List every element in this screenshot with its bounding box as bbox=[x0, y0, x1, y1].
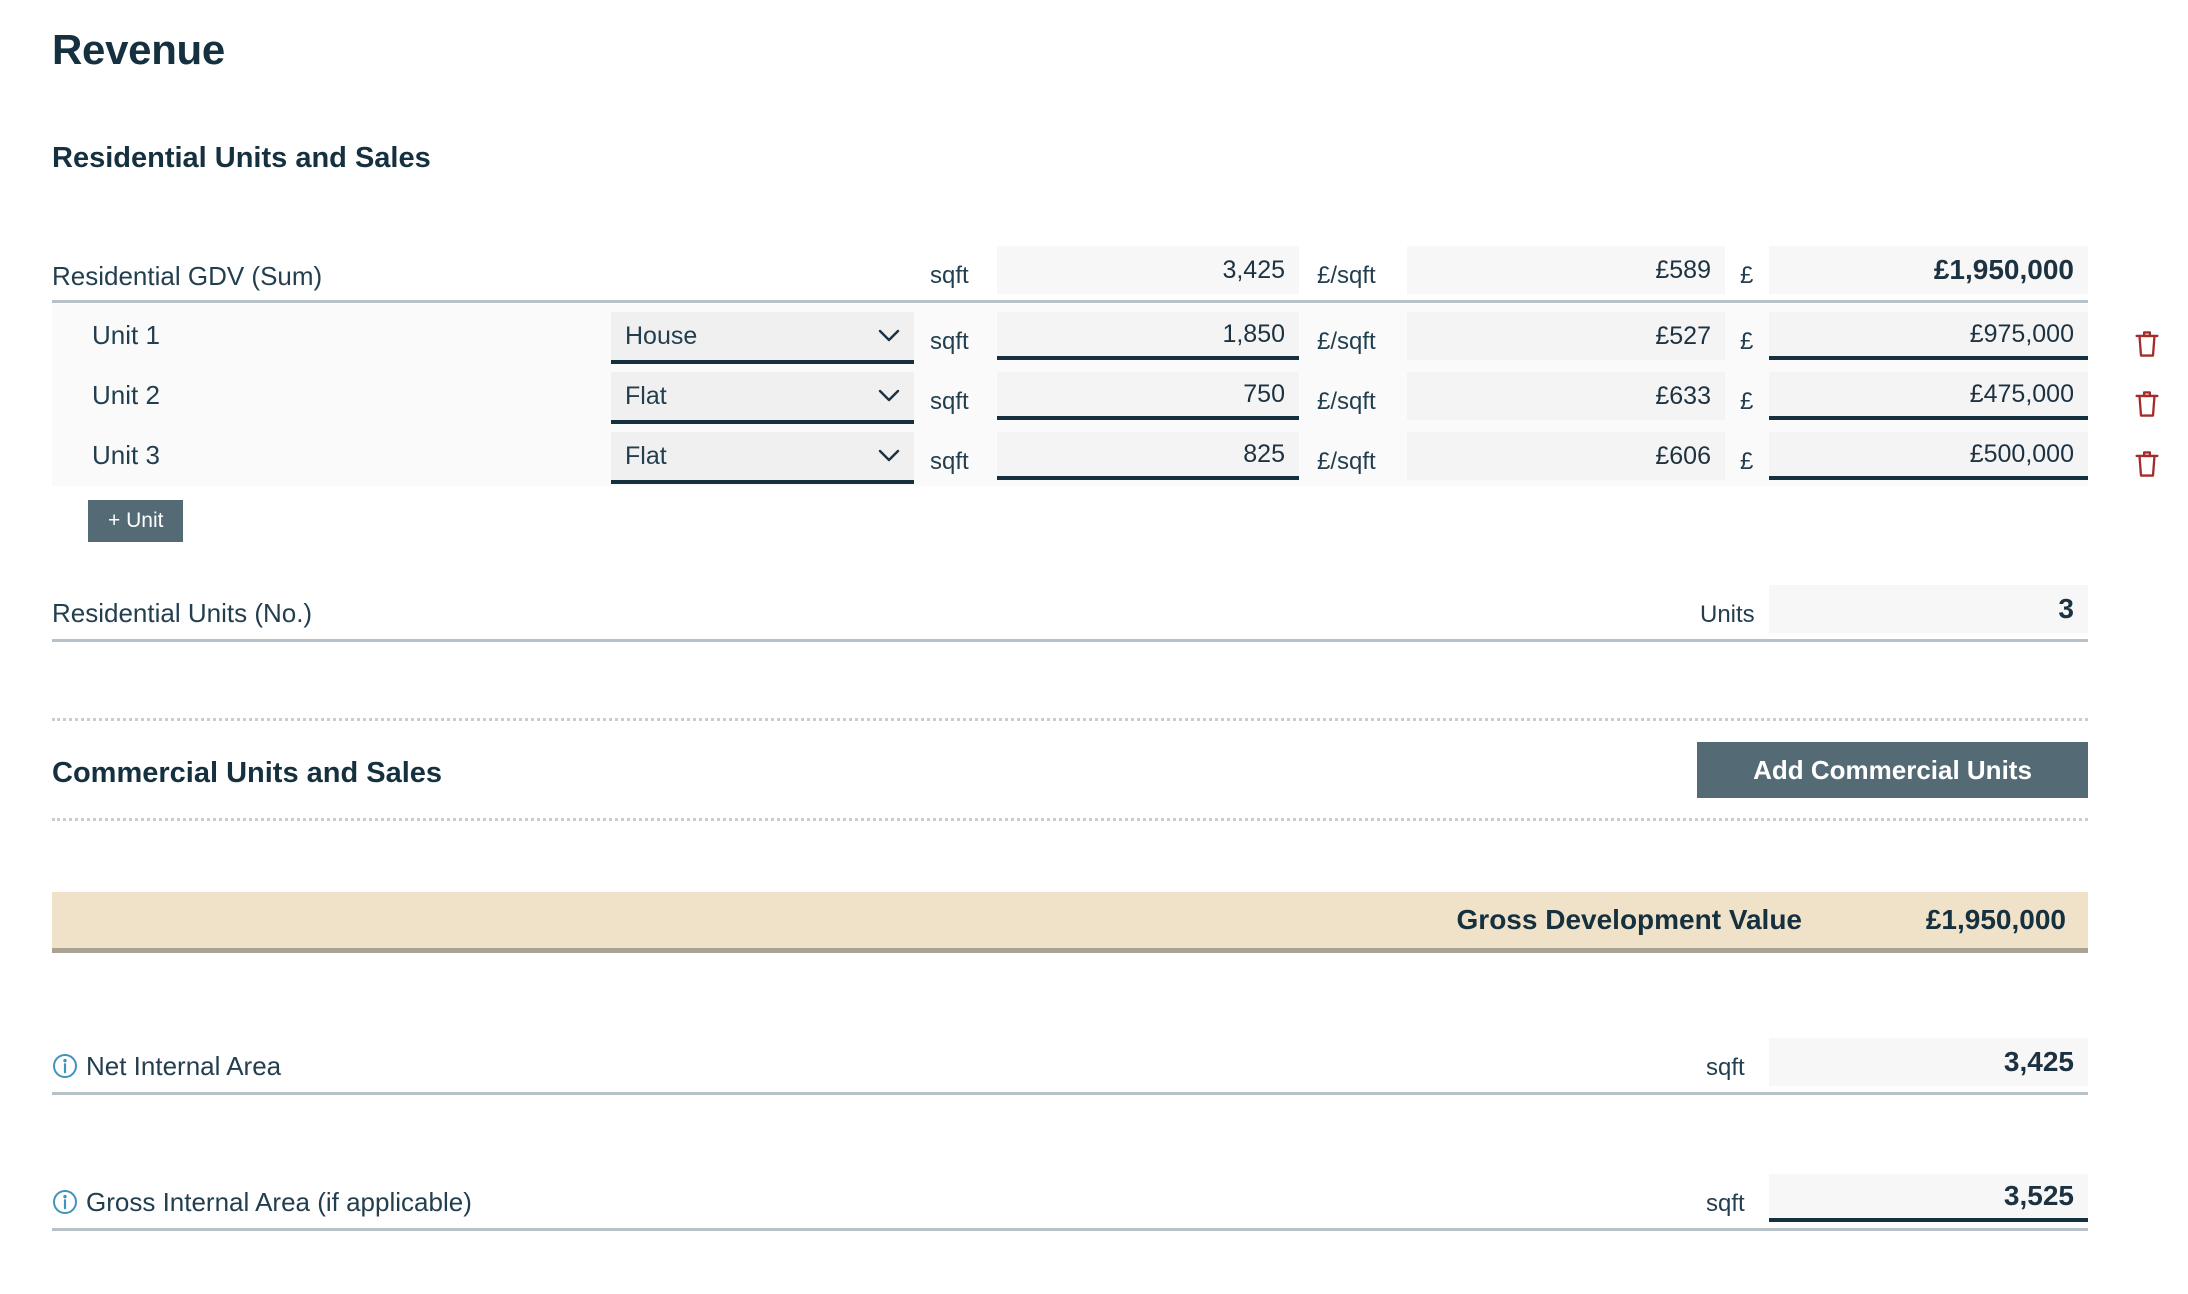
unit-currency-unit-3: £ bbox=[1740, 448, 1754, 475]
unit-total-input-1[interactable]: £975,000 bbox=[1769, 312, 2088, 360]
gross-internal-area-divider bbox=[52, 1228, 2088, 1231]
add-unit-button[interactable]: + Unit bbox=[88, 500, 184, 542]
unit-area-unit-2: sqft bbox=[930, 388, 969, 415]
gdv-banner-label: Gross Development Value bbox=[1456, 904, 1802, 935]
unit-type-select-3[interactable]: Flat bbox=[611, 432, 914, 484]
chevron-down-icon bbox=[878, 449, 900, 463]
revenue-page: Revenue Residential Units and Sales Resi… bbox=[0, 0, 2188, 1294]
unit-area-input-3[interactable]: 825 bbox=[997, 432, 1299, 480]
gdv-banner-underline bbox=[52, 948, 2088, 953]
gdv-area-unit: sqft bbox=[930, 262, 969, 289]
unit-type-value-1: House bbox=[625, 321, 698, 350]
unit-rate-value-3: £606 bbox=[1407, 432, 1725, 480]
residential-gdv-label: Residential GDV (Sum) bbox=[52, 260, 323, 291]
gdv-row-divider bbox=[52, 300, 2088, 303]
unit-label-3: Unit 3 bbox=[92, 440, 160, 470]
unit-rate-unit-3: £/sqft bbox=[1317, 448, 1376, 475]
unit-area-input-1[interactable]: 1,850 bbox=[997, 312, 1299, 360]
delete-unit-button-1[interactable] bbox=[2130, 327, 2164, 361]
gdv-total-value: £1,950,000 bbox=[1769, 246, 2088, 294]
add-commercial-units-button[interactable]: Add Commercial Units bbox=[1697, 742, 2088, 798]
unit-area-unit-1: sqft bbox=[930, 328, 969, 355]
page-title: Revenue bbox=[52, 26, 225, 73]
trash-icon bbox=[2135, 331, 2159, 357]
unit-type-value-2: Flat bbox=[625, 381, 667, 410]
net-internal-area-unit: sqft bbox=[1706, 1054, 1745, 1081]
trash-icon bbox=[2135, 451, 2159, 477]
unit-currency-unit-2: £ bbox=[1740, 388, 1754, 415]
commercial-top-separator bbox=[52, 718, 2088, 721]
net-internal-area-divider bbox=[52, 1092, 2088, 1095]
gross-development-value-banner: Gross Development Value £1,950,000 bbox=[52, 892, 2088, 948]
unit-total-input-3[interactable]: £500,000 bbox=[1769, 432, 2088, 480]
gross-internal-area-input[interactable]: 3,525 bbox=[1769, 1174, 2088, 1222]
residential-units-count-unit: Units bbox=[1700, 601, 1755, 628]
trash-icon bbox=[2135, 391, 2159, 417]
unit-label-2: Unit 2 bbox=[92, 380, 160, 410]
unit-area-unit-3: sqft bbox=[930, 448, 969, 475]
unit-area-input-2[interactable]: 750 bbox=[997, 372, 1299, 420]
unit-type-select-2[interactable]: Flat bbox=[611, 372, 914, 424]
delete-unit-button-2[interactable] bbox=[2130, 387, 2164, 421]
gross-internal-area-unit: sqft bbox=[1706, 1190, 1745, 1217]
info-icon[interactable] bbox=[52, 1053, 78, 1079]
unit-label-1: Unit 1 bbox=[92, 320, 160, 350]
chevron-down-icon bbox=[878, 329, 900, 343]
gdv-rate-unit: £/sqft bbox=[1317, 262, 1376, 289]
gdv-rate-value: £589 bbox=[1407, 246, 1725, 294]
unit-rate-value-2: £633 bbox=[1407, 372, 1725, 420]
gdv-area-value: 3,425 bbox=[997, 246, 1299, 294]
residential-units-count-value: 3 bbox=[1769, 585, 2088, 633]
delete-unit-button-3[interactable] bbox=[2130, 447, 2164, 481]
chevron-down-icon bbox=[878, 389, 900, 403]
commercial-bottom-separator bbox=[52, 818, 2088, 821]
section-title-residential: Residential Units and Sales bbox=[52, 142, 431, 174]
net-internal-area-label: Net Internal Area bbox=[86, 1050, 282, 1081]
net-internal-area-value: 3,425 bbox=[1769, 1038, 2088, 1086]
unit-rate-unit-1: £/sqft bbox=[1317, 328, 1376, 355]
unit-total-input-2[interactable]: £475,000 bbox=[1769, 372, 2088, 420]
unit-rate-unit-2: £/sqft bbox=[1317, 388, 1376, 415]
section-title-commercial: Commercial Units and Sales bbox=[52, 757, 443, 789]
info-icon[interactable] bbox=[52, 1189, 78, 1215]
gdv-currency-unit: £ bbox=[1740, 262, 1754, 289]
unit-currency-unit-1: £ bbox=[1740, 328, 1754, 355]
gdv-banner-value: £1,950,000 bbox=[1925, 904, 2066, 935]
unit-type-select-1[interactable]: House bbox=[611, 312, 914, 364]
unit-type-value-3: Flat bbox=[625, 441, 667, 470]
unit-rate-value-1: £527 bbox=[1407, 312, 1725, 360]
gross-internal-area-label: Gross Internal Area (if applicable) bbox=[86, 1186, 472, 1217]
residential-units-count-divider bbox=[52, 639, 2088, 642]
residential-units-count-label: Residential Units (No.) bbox=[52, 597, 313, 628]
